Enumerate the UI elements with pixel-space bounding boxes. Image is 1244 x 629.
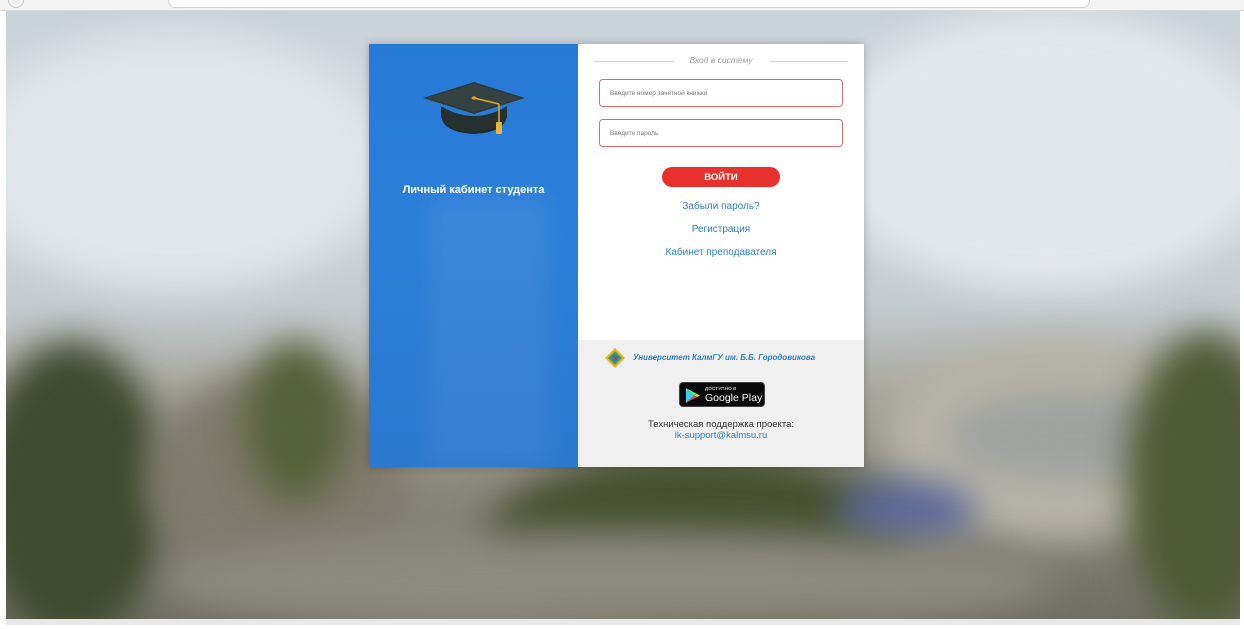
address-bar[interactable] — [168, 0, 1090, 8]
student-panel: Личный кабинет студента — [369, 44, 578, 467]
login-heading: Вход в систему — [689, 55, 753, 65]
card-footer: Университет КалмГУ им. Б.Б. Городовикова… — [578, 340, 864, 467]
support-label: Техническая поддержка проекта: — [647, 419, 794, 430]
record-book-input[interactable] — [599, 79, 843, 107]
login-form: Вход в систему ВОЙТИ Забыли пароль? Реги… — [578, 44, 864, 340]
google-play-small-text: ДОСТУПНО В — [705, 386, 737, 391]
panel-title: Личный кабинет студента — [402, 184, 545, 196]
google-play-badge[interactable]: ДОСТУПНО В Google Play — [679, 382, 765, 407]
teacher-cabinet-link[interactable]: Кабинет преподавателя — [578, 247, 864, 258]
register-link[interactable]: Регистрация — [578, 224, 864, 235]
university-name: Университет КалмГУ им. Б.Б. Городовикова — [633, 353, 816, 362]
university-logo-icon — [605, 348, 625, 368]
support-email-link[interactable]: lk-support@kalmsu.ru — [578, 430, 864, 441]
login-card: Личный кабинет студента Вход в систему В… — [369, 44, 864, 467]
login-heading-row: Вход в систему — [594, 55, 848, 67]
browser-back-icon[interactable] — [8, 0, 24, 8]
password-input[interactable] — [599, 119, 843, 147]
graduation-cap-icon — [423, 82, 525, 134]
google-play-big-text: Google Play — [705, 392, 763, 404]
university-row: Университет КалмГУ им. Б.Б. Городовикова — [605, 348, 855, 368]
forgot-password-link[interactable]: Забыли пароль? — [578, 201, 864, 212]
browser-chrome-strip — [0, 0, 1244, 11]
login-button[interactable]: ВОЙТИ — [662, 167, 780, 187]
google-play-icon — [686, 388, 700, 403]
